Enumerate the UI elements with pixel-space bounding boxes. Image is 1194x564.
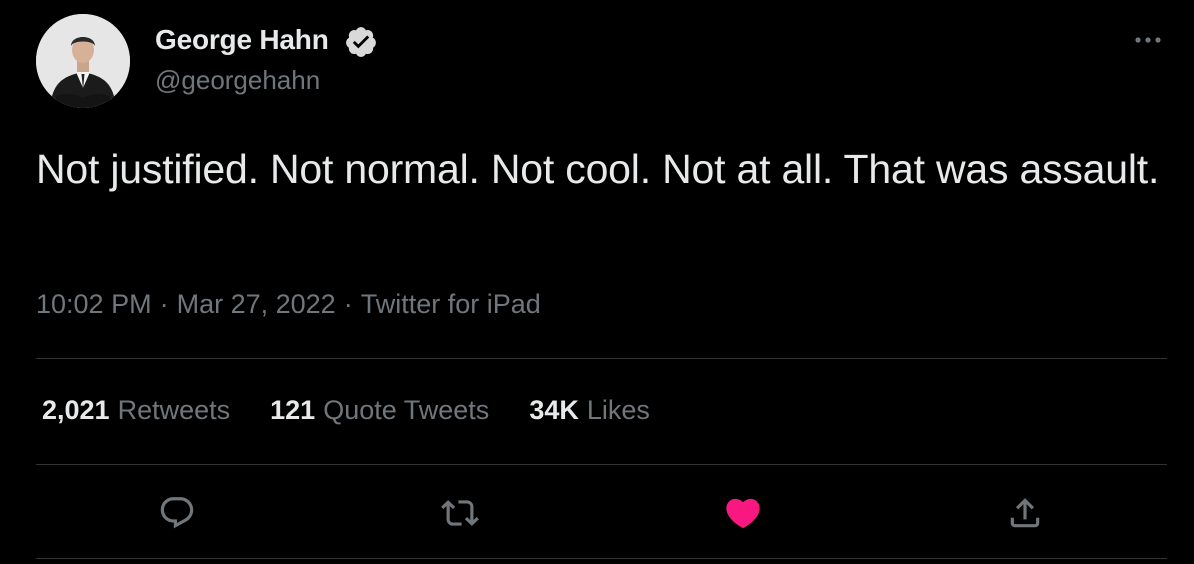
divider (36, 358, 1167, 359)
meta-separator: · (159, 289, 169, 319)
engagement-stats: 2,021 Retweets 121 Quote Tweets 34K Likes (42, 395, 650, 426)
share-button[interactable] (1005, 493, 1045, 533)
reply-icon (160, 497, 194, 529)
quote-tweets-stat[interactable]: 121 Quote Tweets (270, 395, 489, 426)
retweet-button[interactable] (440, 493, 480, 533)
divider (36, 464, 1167, 465)
retweets-count: 2,021 (42, 395, 110, 425)
meta-separator: · (343, 289, 353, 319)
quote-tweets-label: Quote Tweets (323, 395, 490, 425)
author-handle[interactable]: @georgehahn (155, 65, 320, 96)
share-icon (1010, 498, 1040, 528)
verified-badge-icon (346, 27, 376, 57)
retweets-label: Retweets (117, 395, 231, 425)
like-button[interactable] (723, 493, 763, 533)
likes-label: Likes (586, 395, 650, 425)
likes-count: 34K (529, 395, 579, 425)
tweet-date[interactable]: Mar 27, 2022 (177, 289, 336, 319)
divider (36, 558, 1167, 559)
retweets-stat[interactable]: 2,021 Retweets (42, 395, 230, 426)
tweet-card: George Hahn @georgehahn Not justified. N… (0, 0, 1194, 564)
tweet-text: Not justified. Not normal. Not cool. Not… (36, 146, 1160, 192)
like-icon (726, 498, 760, 529)
quote-tweets-count: 121 (270, 395, 316, 425)
tweet-source[interactable]: Twitter for iPad (361, 289, 541, 319)
retweet-icon (441, 500, 479, 526)
reply-button[interactable] (157, 493, 197, 533)
avatar[interactable] (36, 14, 130, 108)
tweet-time[interactable]: 10:02 PM (36, 289, 152, 319)
tweet-metadata: 10:02 PM · Mar 27, 2022 · Twitter for iPad (36, 289, 541, 320)
avatar-photo (36, 14, 130, 108)
more-options-icon[interactable] (1130, 30, 1166, 50)
display-name[interactable]: George Hahn (155, 24, 329, 56)
likes-stat[interactable]: 34K Likes (529, 395, 650, 426)
